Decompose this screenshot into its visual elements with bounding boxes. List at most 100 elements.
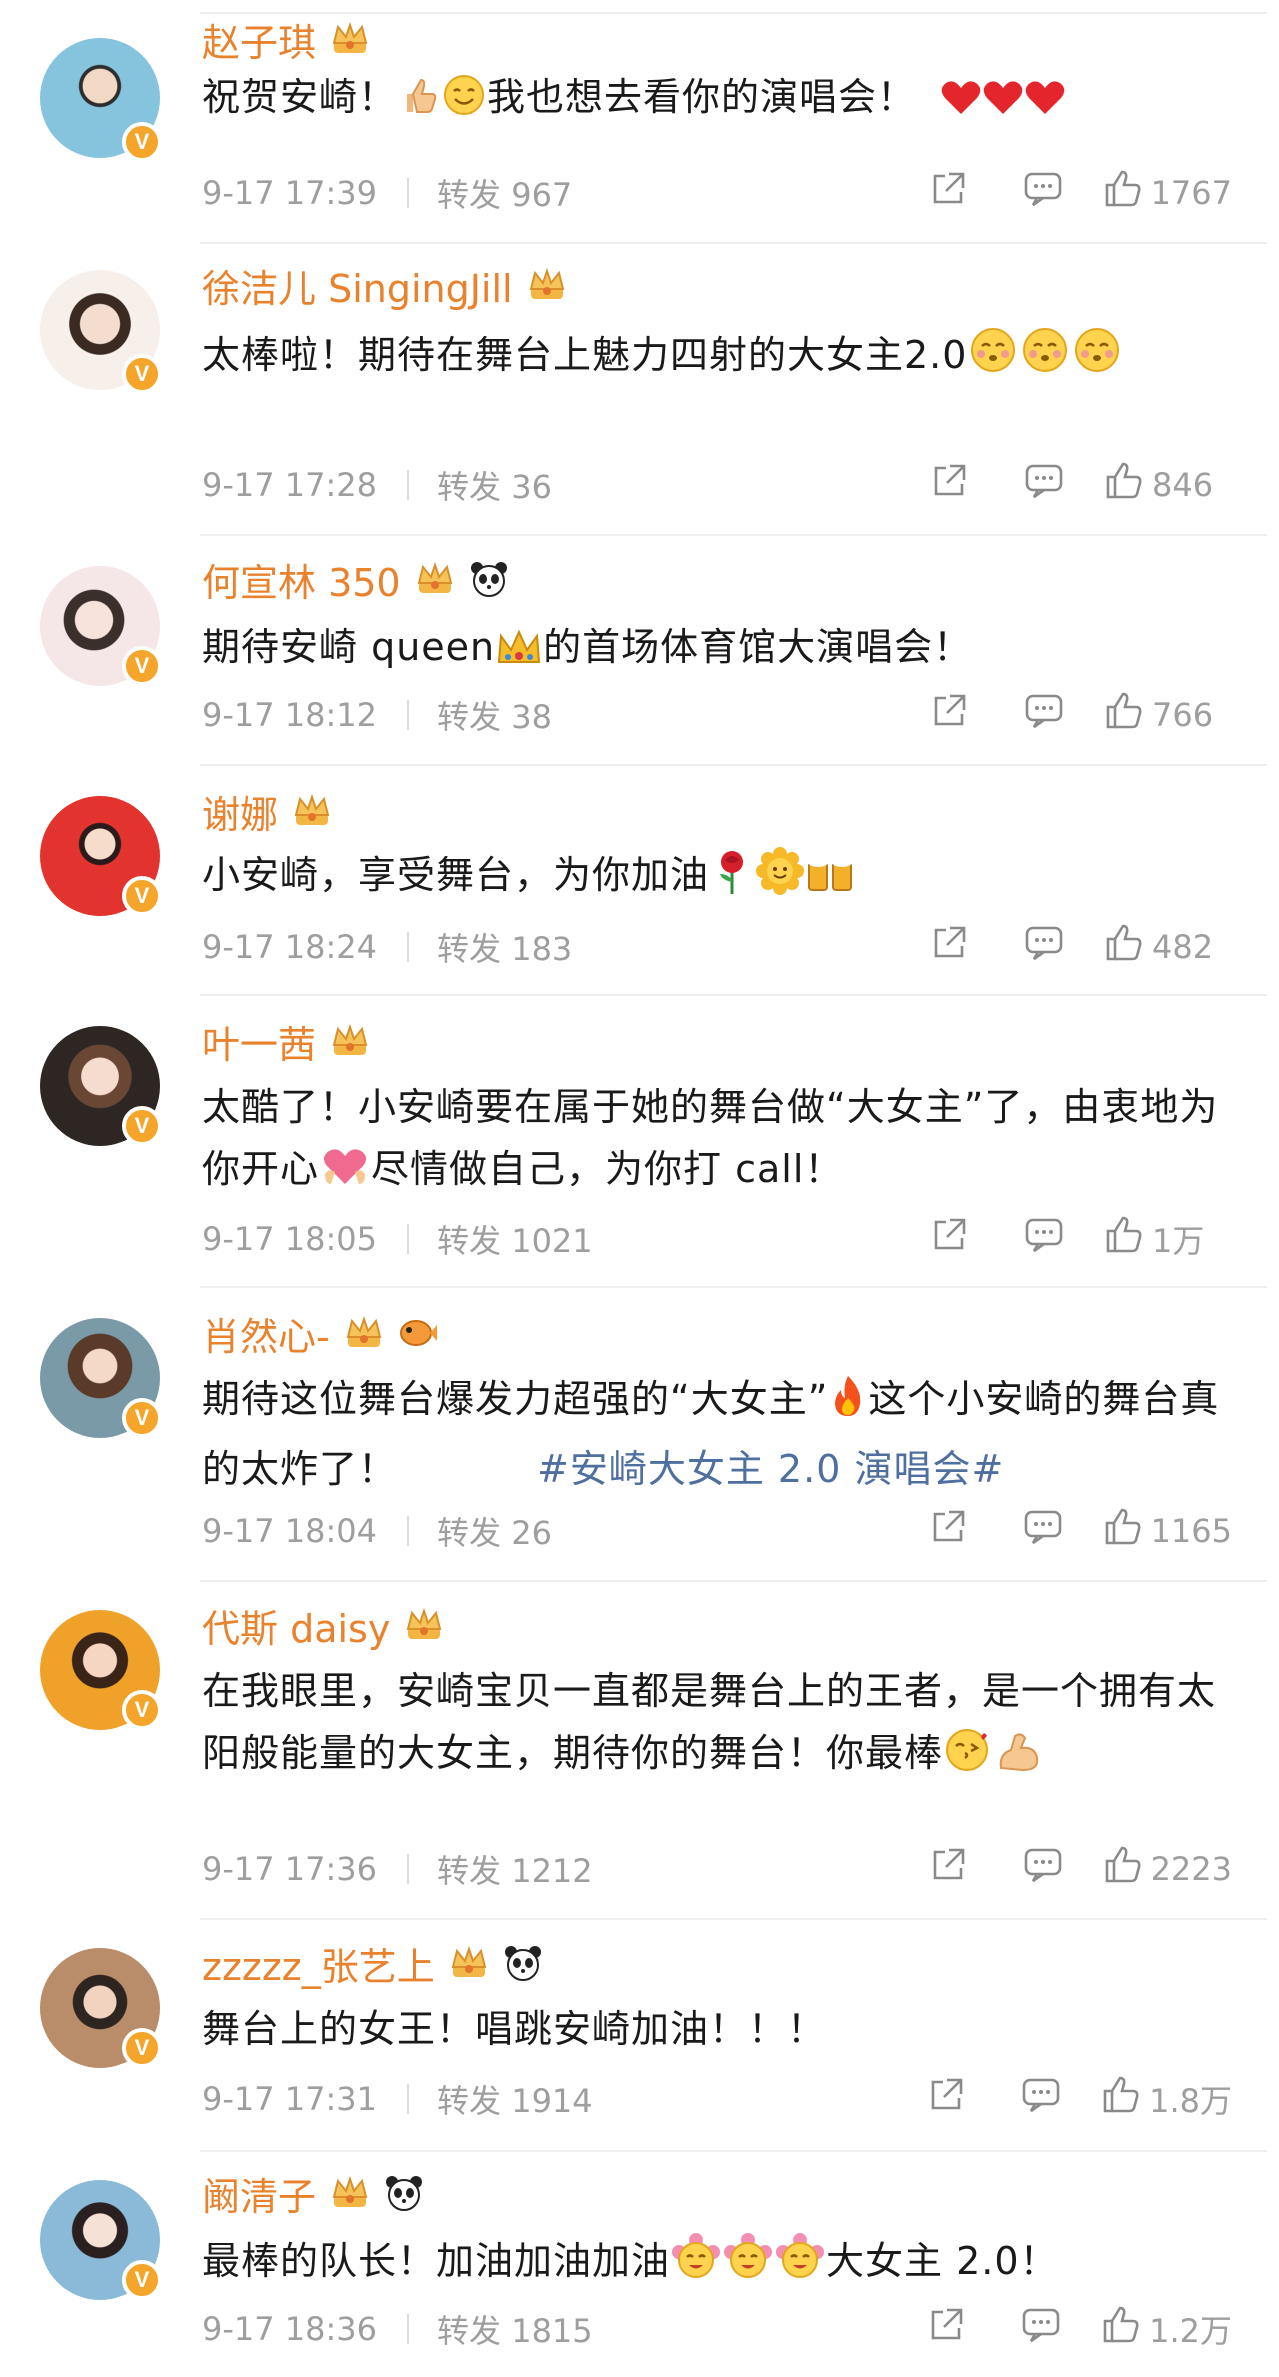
username[interactable]: zzzzz_张艺上 bbox=[202, 1936, 435, 1991]
like-count: 766 bbox=[1152, 696, 1214, 734]
share-icon[interactable] bbox=[929, 1846, 967, 1892]
crown-icon bbox=[328, 21, 372, 57]
share-icon[interactable] bbox=[927, 2306, 965, 2352]
share-icon[interactable] bbox=[930, 924, 968, 970]
comment-text: 在我眼里，安崎宝贝一直都是舞台上的王者，是一个拥有太阳般能量的大女主，期待你的舞… bbox=[202, 1660, 1222, 1792]
like-count: 482 bbox=[1152, 928, 1214, 966]
crown-icon bbox=[290, 793, 334, 829]
username[interactable]: 赵子琪 bbox=[202, 12, 316, 67]
like-icon[interactable] bbox=[1104, 1215, 1144, 1263]
crown-icon bbox=[328, 1023, 372, 1059]
timestamp: 9-17 17:31 bbox=[202, 2080, 378, 2118]
username[interactable]: 肖然心- bbox=[202, 1306, 330, 1361]
panda-icon bbox=[503, 1944, 543, 1982]
panda-icon bbox=[469, 560, 509, 598]
blush-icon bbox=[967, 324, 1019, 394]
like-icon[interactable] bbox=[1101, 2305, 1141, 2353]
username[interactable]: 阚清子 bbox=[202, 2166, 316, 2221]
comment-meta: 9-17 18:36 转发 1815 1.2万 bbox=[202, 2306, 1232, 2352]
repost-count[interactable]: 转发 1914 bbox=[437, 2076, 593, 2122]
separator bbox=[407, 932, 410, 962]
share-icon[interactable] bbox=[929, 1508, 967, 1554]
repost-count[interactable]: 转发 36 bbox=[437, 462, 552, 508]
crown-icon bbox=[342, 1315, 386, 1351]
repost-count[interactable]: 转发 1212 bbox=[437, 1846, 593, 1892]
share-icon[interactable] bbox=[930, 462, 968, 508]
like-count: 1.8万 bbox=[1149, 2082, 1232, 2120]
crown-emoji-icon bbox=[495, 624, 543, 686]
verified-badge-icon: V bbox=[122, 2028, 162, 2068]
like-count: 2223 bbox=[1150, 1850, 1232, 1888]
separator bbox=[407, 470, 410, 500]
repost-count[interactable]: 转发 967 bbox=[437, 170, 572, 216]
separator bbox=[407, 1224, 410, 1254]
repost-count[interactable]: 转发 26 bbox=[437, 1508, 552, 1554]
repost-count[interactable]: 转发 183 bbox=[437, 924, 572, 970]
comment-icon[interactable] bbox=[1021, 2076, 1061, 2122]
like-icon[interactable] bbox=[1103, 169, 1143, 217]
share-icon[interactable] bbox=[930, 692, 968, 738]
fire-icon bbox=[828, 1372, 868, 1438]
like-count: 1767 bbox=[1150, 174, 1232, 212]
share-icon[interactable] bbox=[930, 1216, 968, 1262]
repost-count[interactable]: 转发 1815 bbox=[437, 2306, 593, 2352]
timestamp: 9-17 18:04 bbox=[202, 1512, 378, 1550]
repost-count[interactable]: 转发 1021 bbox=[437, 1216, 593, 1262]
beer-icon bbox=[805, 848, 857, 914]
username[interactable]: 叶一茜 bbox=[202, 1014, 316, 1069]
share-icon[interactable] bbox=[927, 2076, 965, 2122]
crown-icon bbox=[525, 267, 569, 303]
like-icon[interactable] bbox=[1103, 1845, 1143, 1893]
comment-text: 太棒啦！期待在舞台上魅力四射的大女主2.0 bbox=[202, 324, 1222, 394]
hashtag-link[interactable]: #安崎大女主 2.0 演唱会# bbox=[537, 1447, 1004, 1491]
comment-text: 祝贺安崎！ 我也想去看你的演唱会！ bbox=[202, 66, 1222, 136]
heart-icon bbox=[1024, 74, 1066, 136]
heart-icon bbox=[940, 74, 982, 136]
verified-badge-icon: V bbox=[122, 354, 162, 394]
comment-meta: 9-17 18:24 转发 183 482 bbox=[202, 924, 1232, 970]
flower-face-icon bbox=[670, 2232, 722, 2300]
timestamp: 9-17 18:36 bbox=[202, 2310, 378, 2348]
comment-text: 期待安崎 queen 的首场体育馆大演唱会！ bbox=[202, 616, 1222, 686]
crown-icon bbox=[447, 1945, 491, 1981]
separator bbox=[407, 1516, 410, 1546]
sunflower-icon bbox=[755, 846, 805, 914]
repost-count[interactable]: 转发 38 bbox=[437, 692, 552, 738]
heart-icon bbox=[982, 74, 1024, 136]
username[interactable]: 何宣林 350 bbox=[202, 552, 401, 607]
comment-icon[interactable] bbox=[1023, 1508, 1063, 1554]
kiss-icon bbox=[943, 1724, 995, 1792]
flower-face-icon bbox=[774, 2232, 826, 2300]
blush-icon bbox=[1019, 324, 1071, 394]
like-icon[interactable] bbox=[1101, 2075, 1141, 2123]
comment-icon[interactable] bbox=[1024, 1216, 1064, 1262]
like-icon[interactable] bbox=[1104, 691, 1144, 739]
smile-icon bbox=[441, 72, 487, 136]
muscle-icon bbox=[995, 1728, 1041, 1792]
like-count: 846 bbox=[1152, 466, 1214, 504]
heart-hands-icon bbox=[319, 1144, 371, 1208]
like-icon[interactable] bbox=[1104, 461, 1144, 509]
comment-icon[interactable] bbox=[1024, 692, 1064, 738]
comment-icon[interactable] bbox=[1021, 2306, 1061, 2352]
comment-text: 最棒的队长！加油加油加油 大女主 2.0！ bbox=[202, 2230, 1222, 2300]
like-count: 1.2万 bbox=[1149, 2312, 1232, 2350]
like-icon[interactable] bbox=[1104, 923, 1144, 971]
comment-icon[interactable] bbox=[1023, 170, 1063, 216]
like-count: 1165 bbox=[1150, 1512, 1232, 1550]
comment-icon[interactable] bbox=[1024, 462, 1064, 508]
like-icon[interactable] bbox=[1103, 1507, 1143, 1555]
username[interactable]: 谢娜 bbox=[202, 784, 278, 839]
verified-badge-icon: V bbox=[122, 1106, 162, 1146]
comment-icon[interactable] bbox=[1024, 924, 1064, 970]
username[interactable]: 代斯 daisy bbox=[202, 1598, 390, 1653]
timestamp: 9-17 17:36 bbox=[202, 1850, 378, 1888]
thumbs-up-icon bbox=[397, 74, 441, 136]
timestamp: 9-17 18:24 bbox=[202, 928, 378, 966]
timestamp: 9-17 17:39 bbox=[202, 174, 378, 212]
username[interactable]: 徐洁儿 SingingJill bbox=[202, 258, 513, 313]
share-icon[interactable] bbox=[929, 170, 967, 216]
comment-meta: 9-17 17:28 转发 36 846 bbox=[202, 462, 1232, 508]
separator bbox=[407, 1854, 410, 1884]
comment-icon[interactable] bbox=[1023, 1846, 1063, 1892]
